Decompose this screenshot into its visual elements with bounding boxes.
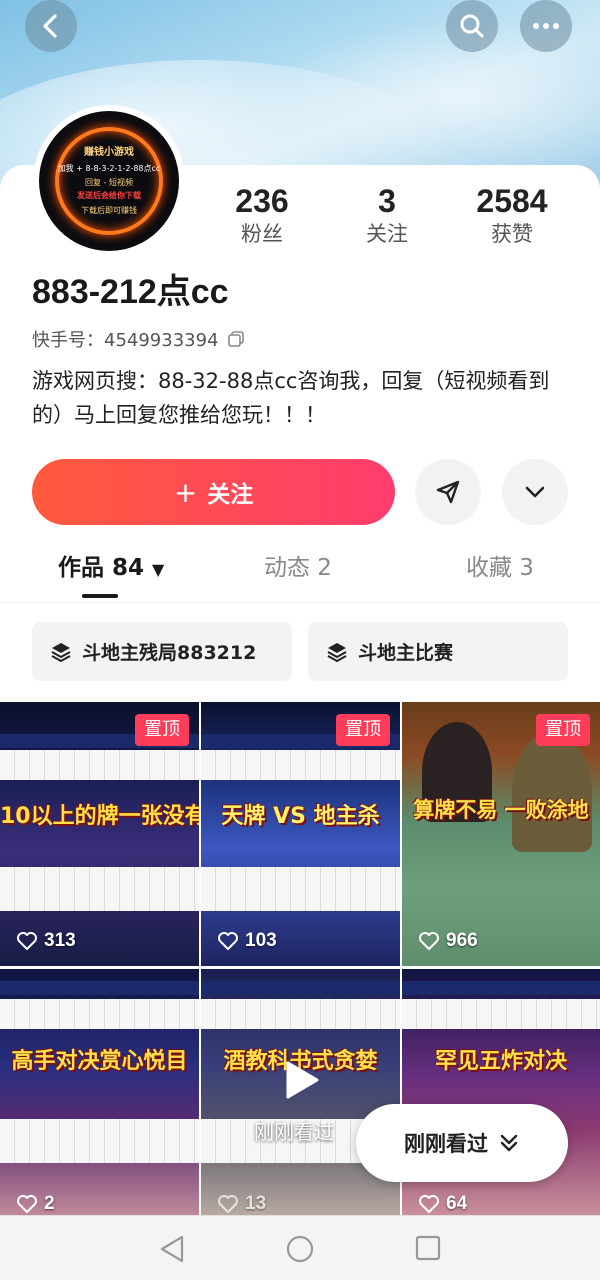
avatar-line: 发送后会给你下载 [77, 191, 141, 200]
stat-value: 2584 [476, 183, 548, 219]
stat-following[interactable]: 3 关注 [347, 183, 427, 249]
share-button[interactable] [415, 459, 481, 525]
video-caption: 高手对决赏心悦目 [11, 1049, 188, 1074]
heart-icon [17, 932, 37, 950]
video-thumbnail[interactable]: 10以上的牌一张没有 置顶 313 [0, 702, 199, 966]
avatar[interactable]: 赚钱小游戏 加我 + 8-8-3-2-1-2-88点cc 回复 - 短视频 发送… [33, 105, 185, 257]
like-count: 966 [418, 930, 478, 952]
nav-recent-square-icon[interactable] [414, 1234, 442, 1262]
video-caption: 10以上的牌一张没有 [0, 804, 199, 829]
copy-icon[interactable] [227, 330, 245, 348]
like-count: 103 [217, 930, 277, 952]
just-watched-button[interactable]: 刚刚看过 [356, 1104, 568, 1182]
like-count: 313 [16, 930, 76, 952]
stat-label: 关注 [366, 222, 408, 246]
pinned-badge: 置顶 [336, 714, 390, 746]
system-navbar [0, 1215, 600, 1280]
follow-label: 关注 [207, 482, 254, 508]
like-count: 13 [217, 1193, 266, 1215]
heart-icon [218, 932, 238, 950]
kuaishou-id-row[interactable]: 快手号：4549933394 [32, 326, 245, 352]
stat-value: 3 [378, 183, 396, 219]
stat-label: 获赞 [491, 222, 533, 246]
like-count: 2 [16, 1193, 55, 1215]
layers-icon [51, 642, 71, 662]
like-count-value: 2 [44, 1193, 55, 1214]
nav-back-triangle-icon[interactable] [158, 1234, 186, 1264]
tab-favorites[interactable]: 收藏 3 [466, 550, 534, 586]
tab-indicator [82, 594, 118, 598]
send-icon [436, 480, 460, 504]
video-thumbnail[interactable]: 高手对决赏心悦目 2 [0, 969, 199, 1215]
tab-works[interactable]: 作品 84 ▼ [58, 550, 164, 588]
stat-fans[interactable]: 236 粉丝 [222, 183, 302, 249]
just-watched-caption: 刚刚看过 [254, 1120, 334, 1144]
pinned-badge: 置顶 [536, 714, 590, 746]
stat-label: 粉丝 [241, 222, 283, 246]
more-button[interactable] [520, 0, 572, 52]
heart-icon [218, 1195, 238, 1213]
pinned-badge: 置顶 [135, 714, 189, 746]
username: 883-212点cc [32, 273, 229, 311]
kuaishou-id: 快手号：4549933394 [32, 330, 219, 351]
divider [0, 602, 600, 603]
just-watched-label: 刚刚看过 [404, 1132, 488, 1156]
bio: 游戏网页搜：88-32-88点cc咨询我，回复（短视频看到的）马上回复您推给您玩… [32, 369, 550, 427]
collection-label: 斗地主比赛 [358, 642, 454, 664]
search-button[interactable] [446, 0, 498, 52]
double-chevron-down-icon [500, 1134, 518, 1152]
chevron-left-icon [43, 14, 57, 38]
like-count: 64 [418, 1193, 467, 1215]
expand-button[interactable] [502, 459, 568, 525]
stat-likes[interactable]: 2584 获赞 [460, 183, 564, 249]
video-caption: 天牌 VS 地主杀 [221, 804, 380, 829]
avatar-line: 下载后即可赚钱 [81, 206, 137, 215]
collection-label: 斗地主残局883212 [82, 642, 257, 664]
collection-chip[interactable]: 斗地主比赛 [308, 622, 568, 681]
heart-icon [419, 1195, 439, 1213]
plus-icon: + [173, 475, 198, 509]
layers-icon [327, 642, 347, 662]
nav-home-circle-icon[interactable] [285, 1234, 315, 1264]
heart-icon [17, 1195, 37, 1213]
like-count-value: 64 [446, 1193, 468, 1214]
collection-chip[interactable]: 斗地主残局883212 [32, 622, 292, 681]
heart-icon [419, 932, 439, 950]
stat-value: 236 [235, 183, 289, 219]
video-caption: 算牌不易 一败涂地 [413, 798, 589, 822]
more-dots-icon [533, 23, 559, 29]
tab-label: 作品 84 [58, 555, 145, 581]
video-thumbnail[interactable]: 天牌 VS 地主杀 置顶 103 [201, 702, 400, 966]
like-count-value: 13 [245, 1193, 267, 1214]
avatar-line: 赚钱小游戏 [84, 147, 134, 158]
tab-moments[interactable]: 动态 2 [264, 550, 332, 586]
follow-button[interactable]: + 关注 [32, 459, 395, 525]
caret-down-icon: ▼ [152, 560, 165, 579]
play-icon[interactable] [284, 1060, 320, 1100]
avatar-line: 回复 - 短视频 [85, 178, 133, 187]
video-thumbnail[interactable]: 算牌不易 一败涂地 置顶 966 [402, 702, 600, 966]
like-count-value: 313 [44, 930, 76, 951]
avatar-line: 加我 + 8-8-3-2-1-2-88点cc [57, 164, 161, 173]
search-icon [460, 14, 484, 38]
video-caption: 罕见五炸对决 [434, 1049, 567, 1074]
back-button[interactable] [25, 0, 77, 52]
chevron-down-icon [525, 486, 545, 498]
like-count-value: 966 [446, 930, 478, 951]
like-count-value: 103 [245, 930, 277, 951]
